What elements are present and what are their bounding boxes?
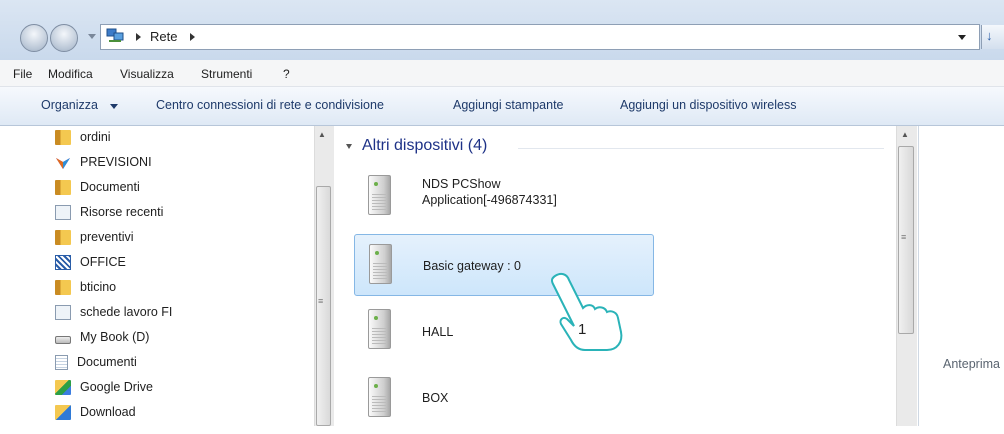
nav-item-label: Risorse recenti [80, 205, 164, 219]
nav-item-label: OFFICE [80, 255, 126, 269]
device-item[interactable]: NDS PCShow Application[-496874331] [354, 170, 654, 232]
menu-strumenti[interactable]: Strumenti [201, 67, 252, 81]
recent-pages-dropdown-icon[interactable] [88, 34, 96, 39]
device-name-line2: Application[-496874331] [422, 193, 557, 207]
nav-item-download[interactable]: Download [55, 401, 136, 423]
nav-item-google-drive[interactable]: Google Drive [55, 376, 153, 398]
nav-item-label: My Book (D) [80, 330, 150, 344]
add-printer-button[interactable]: Aggiungi stampante [453, 98, 564, 112]
group-header[interactable]: Altri dispositivi (4) [362, 137, 487, 155]
menu-visualizza[interactable]: Visualizza [120, 67, 174, 81]
nav-item-office[interactable]: OFFICE [55, 251, 126, 273]
breadcrumb-expand-icon[interactable] [190, 33, 195, 41]
organize-button[interactable]: Organizza [41, 98, 98, 112]
device-icon [368, 175, 391, 215]
folder-icon [55, 229, 71, 245]
group-divider [518, 148, 884, 149]
pointing-hand-icon: 1 [550, 272, 623, 351]
nav-item-my-book[interactable]: My Book (D) [55, 326, 149, 348]
grip-icon: ≡ [318, 296, 324, 306]
nav-item-risorse-recenti[interactable]: Risorse recenti [55, 201, 163, 223]
nav-item-label: Documenti [80, 180, 140, 194]
nav-item-label: preventivi [80, 230, 134, 244]
nav-item-label: Documenti [77, 355, 137, 369]
folder-icon [55, 279, 71, 295]
recent-places-icon [55, 304, 71, 320]
breadcrumb-rete[interactable]: Rete [150, 29, 177, 44]
device-name: HALL [422, 325, 454, 339]
nav-item-bticino[interactable]: bticino [55, 276, 116, 298]
folder-icon [55, 129, 71, 145]
chevron-down-icon[interactable] [110, 104, 118, 109]
nav-item-label: PREVISIONI [80, 155, 152, 169]
nav-item-ordini[interactable]: ordini [55, 126, 111, 148]
refresh-button[interactable]: ↓ [981, 25, 1004, 49]
address-history-dropdown-icon[interactable] [958, 35, 966, 40]
device-name: Basic gateway : 0 [423, 259, 521, 273]
preview-placeholder: Anteprima [943, 357, 1000, 371]
device-name: BOX [422, 391, 449, 405]
annotation-number: 1 [578, 321, 586, 338]
app-icon [56, 157, 70, 169]
device-icon [368, 309, 391, 349]
device-icon [369, 244, 392, 284]
google-drive-folder-icon [55, 379, 71, 395]
menu-help[interactable]: ? [283, 67, 290, 81]
collapse-group-icon[interactable] [346, 144, 352, 149]
nav-item-documenti-2[interactable]: Documenti [55, 351, 137, 373]
nav-item-preventivi[interactable]: preventivi [55, 226, 134, 248]
folder-icon [55, 179, 71, 195]
back-button[interactable] [20, 24, 48, 52]
scroll-up-icon[interactable]: ▲ [318, 130, 326, 139]
network-center-button[interactable]: Centro connessioni di rete e condivision… [156, 98, 384, 112]
network-icon [106, 28, 124, 42]
device-name: NDS PCShow [422, 177, 501, 191]
download-folder-icon [55, 404, 71, 420]
nav-item-label: bticino [80, 280, 117, 294]
document-icon [55, 354, 68, 370]
breadcrumb-separator-icon[interactable] [136, 33, 141, 41]
nav-item-previsioni[interactable]: PREVISIONI [55, 151, 152, 173]
preview-pane [918, 126, 1004, 426]
recent-places-icon [55, 204, 71, 220]
nav-item-label: schede lavoro FI [80, 305, 173, 319]
office-shortcut-icon [55, 254, 71, 270]
navigation-pane [0, 126, 333, 426]
nav-item-label: ordini [80, 130, 111, 144]
drive-icon [55, 335, 71, 344]
grip-icon: ≡ [901, 232, 907, 242]
nav-item-label: Download [80, 405, 136, 419]
scroll-up-icon[interactable]: ▲ [901, 130, 909, 139]
device-icon [368, 377, 391, 417]
nav-item-documenti[interactable]: Documenti [55, 176, 140, 198]
nav-item-label: Google Drive [80, 380, 153, 394]
device-item[interactable]: BOX [354, 372, 654, 434]
address-box[interactable] [100, 24, 980, 50]
menu-modifica[interactable]: Modifica [48, 67, 93, 81]
forward-button[interactable] [50, 24, 78, 52]
nav-scrollbar-thumb[interactable] [316, 186, 331, 426]
nav-item-schede-lavoro[interactable]: schede lavoro FI [55, 301, 172, 323]
menu-file[interactable]: File [13, 67, 32, 81]
add-wireless-device-button[interactable]: Aggiungi un dispositivo wireless [620, 98, 796, 112]
